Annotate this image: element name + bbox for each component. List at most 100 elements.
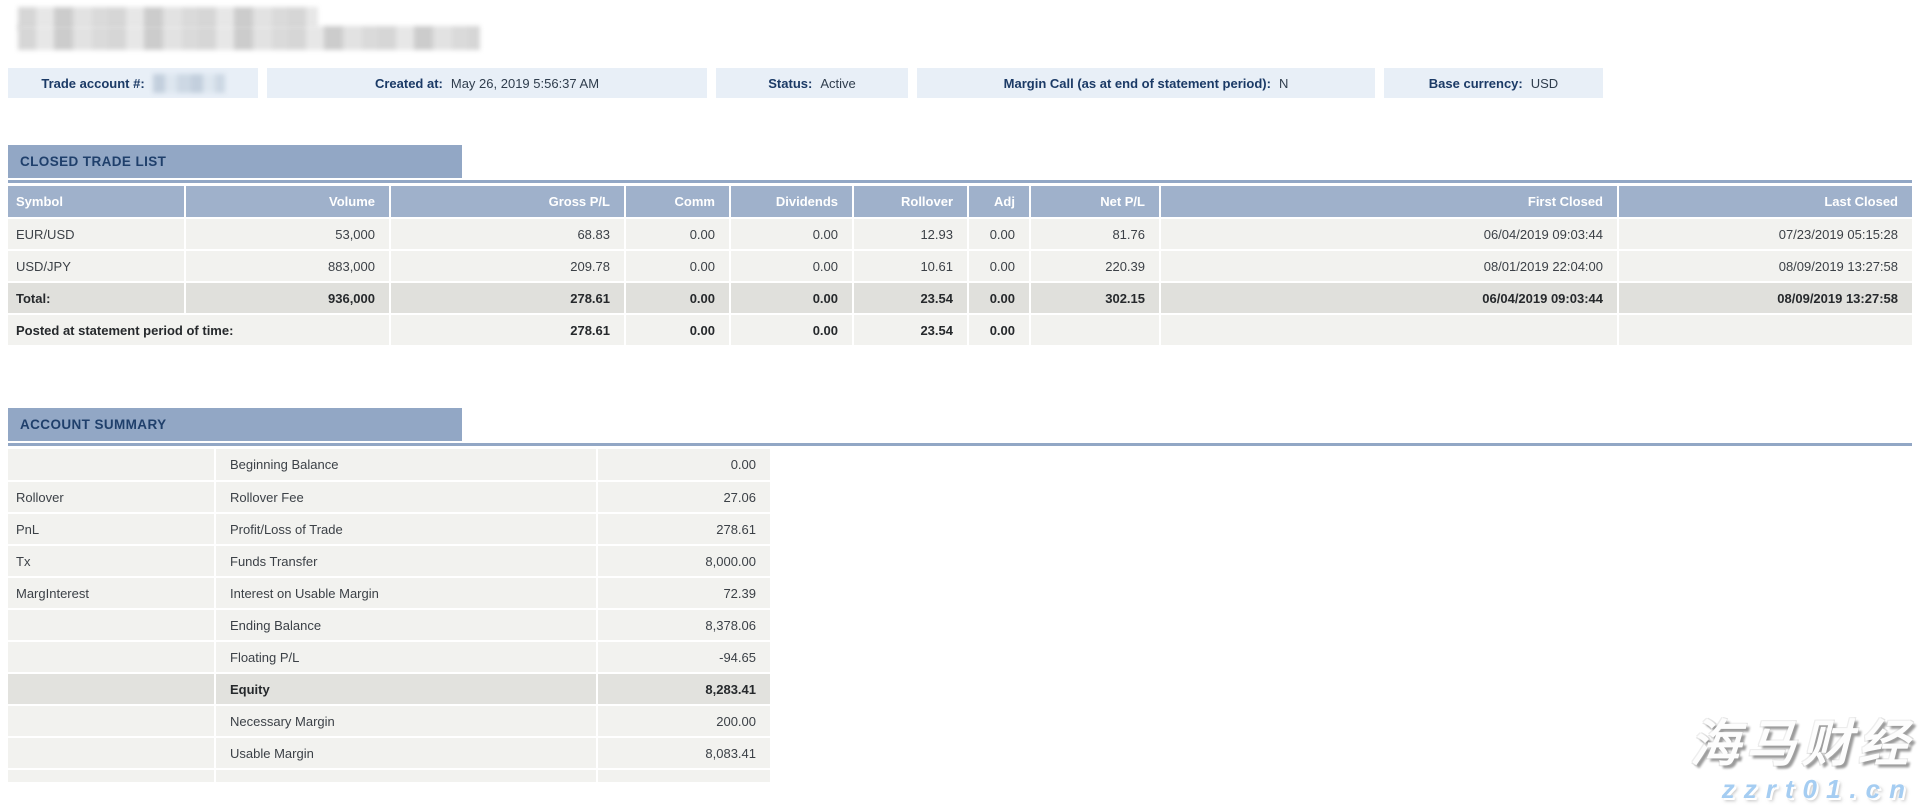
- table-cell: 0.00: [730, 250, 853, 282]
- table-cell: EUR/USD: [8, 218, 185, 250]
- account-summary-body: Beginning Balance0.00RolloverRollover Fe…: [8, 449, 770, 782]
- column-header-last-closed: Last Closed: [1618, 186, 1912, 218]
- table-cell: Beginning Balance: [215, 449, 597, 481]
- summary-row-interest-on-usable-margin: MargInterestInterest on Usable Margin72.…: [8, 577, 770, 609]
- table-cell: Total:: [8, 282, 185, 314]
- table-cell: 0.00: [968, 282, 1030, 314]
- section-rule: [8, 443, 1912, 446]
- table-cell: 06/04/2019 09:03:44: [1160, 282, 1618, 314]
- table-cell: Equity: [215, 673, 597, 705]
- table-cell: 23.54: [853, 282, 968, 314]
- trade-table-body: EUR/USD53,00068.830.000.0012.930.0081.76…: [8, 218, 1912, 346]
- column-header-first-closed: First Closed: [1160, 186, 1618, 218]
- table-cell: 23.54: [853, 314, 968, 346]
- table-cell: 0.00: [597, 449, 770, 481]
- closed-trade-list-section: CLOSED TRADE LIST SymbolVolumeGross P/LC…: [8, 145, 1912, 347]
- table-cell: 0.00: [968, 314, 1030, 346]
- table-cell: 8,378.06: [597, 609, 770, 641]
- info-label: Base currency:: [1429, 76, 1523, 91]
- summary-row-beginning-balance: Beginning Balance0.00: [8, 449, 770, 481]
- table-cell: Profit/Loss of Trade: [215, 513, 597, 545]
- table-cell: Necessary Margin: [215, 705, 597, 737]
- table-cell: Posted at statement period of time:: [8, 314, 390, 346]
- table-cell: [8, 737, 215, 769]
- trade-posted-row: Posted at statement period of time:278.6…: [8, 314, 1912, 346]
- summary-row-necessary-margin: Necessary Margin200.00: [8, 705, 770, 737]
- table-cell: [597, 769, 770, 782]
- table-cell: [1618, 314, 1912, 346]
- table-cell: [8, 609, 215, 641]
- table-cell: 8,283.41: [597, 673, 770, 705]
- table-cell: 0.00: [730, 282, 853, 314]
- summary-row-clipped: [8, 769, 770, 782]
- table-cell: 209.78: [390, 250, 625, 282]
- table-cell: 0.00: [968, 250, 1030, 282]
- info-field-created-at: Created at: May 26, 2019 5:56:37 AM: [267, 68, 707, 98]
- table-cell: 0.00: [625, 314, 730, 346]
- info-value: USD: [1531, 76, 1558, 91]
- table-cell: 278.61: [390, 282, 625, 314]
- table-cell: 12.93: [853, 218, 968, 250]
- section-title: CLOSED TRADE LIST: [8, 154, 166, 169]
- table-cell: 200.00: [597, 705, 770, 737]
- table-cell: 220.39: [1030, 250, 1160, 282]
- info-label: Trade account #:: [41, 76, 144, 91]
- info-value: N: [1279, 76, 1288, 91]
- column-header-comm: Comm: [625, 186, 730, 218]
- table-cell: 302.15: [1030, 282, 1160, 314]
- summary-row-ending-balance: Ending Balance8,378.06: [8, 609, 770, 641]
- trade-account-number-redacted: [153, 74, 225, 93]
- info-label: Created at:: [375, 76, 443, 91]
- table-cell: [8, 673, 215, 705]
- table-cell: PnL: [8, 513, 215, 545]
- column-header-gross-p-l: Gross P/L: [390, 186, 625, 218]
- table-cell: 0.00: [730, 314, 853, 346]
- table-cell: Usable Margin: [215, 737, 597, 769]
- table-cell: 72.39: [597, 577, 770, 609]
- info-field-margin-call: Margin Call (as at end of statement peri…: [917, 68, 1375, 98]
- column-header-symbol: Symbol: [8, 186, 185, 218]
- table-cell: Rollover: [8, 481, 215, 513]
- column-header-volume: Volume: [185, 186, 390, 218]
- table-cell: 53,000: [185, 218, 390, 250]
- info-field-base-currency: Base currency: USD: [1384, 68, 1603, 98]
- info-label: Margin Call (as at end of statement peri…: [1004, 76, 1271, 91]
- table-cell: 06/04/2019 09:03:44: [1160, 218, 1618, 250]
- table-cell: 278.61: [390, 314, 625, 346]
- section-header-closed-trade-list: CLOSED TRADE LIST: [8, 145, 462, 178]
- trade-table-header-row: SymbolVolumeGross P/LCommDividendsRollov…: [8, 186, 1912, 218]
- table-cell: Ending Balance: [215, 609, 597, 641]
- info-label: Status:: [768, 76, 812, 91]
- table-cell: 27.06: [597, 481, 770, 513]
- summary-row-usable-margin: Usable Margin8,083.41: [8, 737, 770, 769]
- info-value: Active: [820, 76, 855, 91]
- trade-total-row: Total:936,000278.610.000.0023.540.00302.…: [8, 282, 1912, 314]
- table-cell: Rollover Fee: [215, 481, 597, 513]
- table-cell: 0.00: [625, 250, 730, 282]
- table-cell: 68.83: [390, 218, 625, 250]
- table-cell: 0.00: [625, 282, 730, 314]
- column-header-adj: Adj: [968, 186, 1030, 218]
- account-summary-table: Beginning Balance0.00RolloverRollover Fe…: [8, 449, 770, 782]
- summary-row-profit-loss-of-trade: PnLProfit/Loss of Trade278.61: [8, 513, 770, 545]
- table-cell: MargInterest: [8, 577, 215, 609]
- table-cell: USD/JPY: [8, 250, 185, 282]
- table-cell: 8,083.41: [597, 737, 770, 769]
- summary-row-funds-transfer: TxFunds Transfer8,000.00: [8, 545, 770, 577]
- table-cell: Tx: [8, 545, 215, 577]
- table-cell: 08/09/2019 13:27:58: [1618, 250, 1912, 282]
- table-cell: 10.61: [853, 250, 968, 282]
- table-cell: 0.00: [968, 218, 1030, 250]
- table-cell: [8, 641, 215, 673]
- column-header-net-p-l: Net P/L: [1030, 186, 1160, 218]
- trade-row-eur-usd: EUR/USD53,00068.830.000.0012.930.0081.76…: [8, 218, 1912, 250]
- table-cell: 81.76: [1030, 218, 1160, 250]
- table-cell: [8, 705, 215, 737]
- table-cell: 08/09/2019 13:27:58: [1618, 282, 1912, 314]
- table-cell: Floating P/L: [215, 641, 597, 673]
- table-cell: 08/01/2019 22:04:00: [1160, 250, 1618, 282]
- column-header-rollover: Rollover: [853, 186, 968, 218]
- table-cell: [8, 769, 215, 782]
- closed-trade-table: SymbolVolumeGross P/LCommDividendsRollov…: [8, 186, 1912, 347]
- table-cell: 936,000: [185, 282, 390, 314]
